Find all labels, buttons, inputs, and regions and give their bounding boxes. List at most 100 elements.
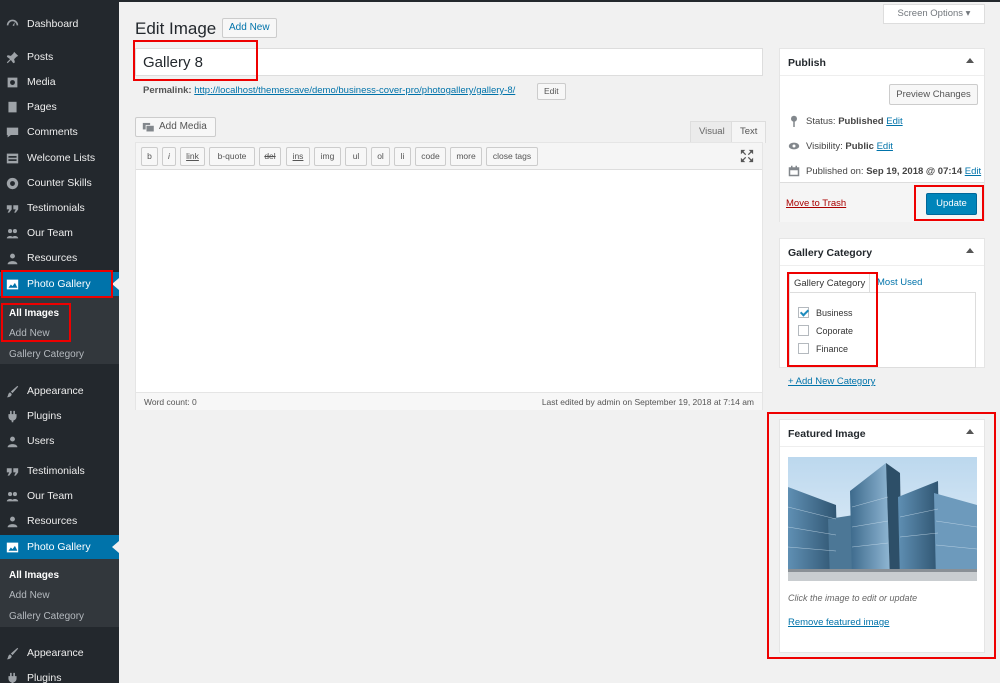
menu-our-team[interactable]: Our Team (0, 221, 119, 245)
qt-li[interactable]: li (394, 147, 411, 166)
menu-posts[interactable]: Posts (0, 45, 119, 69)
menu-label: Our Team (27, 227, 73, 239)
submenu-gallery-category[interactable]: Gallery Category (9, 349, 84, 360)
tab-visual[interactable]: Visual (690, 121, 734, 143)
qt-ul[interactable]: ul (345, 147, 367, 166)
submenu-add-new[interactable]: Add New (9, 590, 50, 601)
publish-header[interactable]: Publish (780, 49, 984, 76)
gauge-icon (6, 177, 19, 190)
category-label: Finance (816, 343, 849, 354)
qt-close-tags[interactable]: close tags (486, 147, 538, 166)
checkbox-finance[interactable] (798, 343, 809, 354)
featured-image-header[interactable]: Featured Image (780, 420, 984, 447)
menu-photo-gallery-2[interactable]: Photo Gallery (0, 535, 119, 559)
menu-label: Appearance (27, 647, 84, 659)
permalink-edit-button[interactable]: Edit (537, 83, 566, 100)
visibility-label: Visibility: (806, 140, 843, 152)
collapse-arrow-icon[interactable] (966, 248, 974, 253)
qt-del[interactable]: del (259, 147, 281, 166)
tab-all-categories[interactable]: Gallery Category (789, 273, 871, 293)
gallery-category-box: Gallery Category Gallery Category Most U… (779, 238, 985, 368)
add-new-button[interactable]: Add New (222, 18, 277, 38)
menu-plugins-2[interactable]: Plugins (0, 666, 119, 683)
remove-featured-image-link[interactable]: Remove featured image (788, 617, 889, 628)
calendar-icon (788, 165, 800, 177)
screen-options-button[interactable]: Screen Options ▾ (883, 4, 985, 24)
checkbox-coporate[interactable] (798, 325, 809, 336)
qt-more[interactable]: more (450, 147, 482, 166)
qt-italic[interactable]: i (162, 147, 176, 166)
qt-link[interactable]: link (180, 147, 205, 166)
menu-counter-skills[interactable]: Counter Skills (0, 171, 119, 195)
tab-most-used[interactable]: Most Used (877, 277, 922, 288)
submenu-gallery-category[interactable]: Gallery Category (9, 611, 84, 622)
featured-image-thumbnail[interactable] (788, 457, 977, 581)
content-editor[interactable]: b i link b-quote del ins img ul ol li co… (135, 142, 763, 410)
menu-plugins[interactable]: Plugins (0, 404, 119, 428)
menu-dashboard[interactable]: Dashboard (0, 12, 119, 36)
menu-label: Photo Gallery (27, 541, 91, 553)
preview-changes-button[interactable]: Preview Changes (889, 84, 978, 105)
quote-icon (6, 205, 19, 213)
menu-comments[interactable]: Comments (0, 120, 119, 144)
published-edit-link[interactable]: Edit (965, 166, 981, 177)
gallery-category-header[interactable]: Gallery Category (780, 239, 984, 266)
add-new-category-link[interactable]: + Add New Category (788, 376, 875, 387)
submenu-add-new[interactable]: Add New (9, 328, 50, 339)
featured-image-title: Featured Image (788, 428, 866, 440)
add-media-label: Add Media (159, 121, 207, 132)
status-edit-link[interactable]: Edit (886, 116, 902, 127)
move-to-trash-link[interactable]: Move to Trash (786, 198, 846, 209)
menu-appearance-2[interactable]: Appearance (0, 641, 119, 665)
qt-ol[interactable]: ol (371, 147, 390, 166)
menu-our-team-2[interactable]: Our Team (0, 484, 119, 508)
menu-label: Comments (27, 126, 78, 138)
media-icon (7, 77, 18, 88)
publish-actions: Move to Trash Update (780, 182, 984, 222)
category-label: Business (816, 307, 853, 318)
qt-code[interactable]: code (415, 147, 446, 166)
building-photo (788, 457, 977, 581)
post-title-input[interactable]: Gallery 8 (135, 48, 763, 76)
permalink-link[interactable]: http://localhost/themescave/demo/busines… (194, 85, 515, 96)
add-media-button[interactable]: Add Media (135, 117, 216, 137)
menu-resources[interactable]: Resources (0, 246, 119, 270)
menu-label: Welcome Lists (27, 152, 96, 164)
collapse-arrow-icon[interactable] (966, 58, 974, 63)
menu-media[interactable]: Media (0, 70, 119, 94)
menu-welcome-lists[interactable]: Welcome Lists (0, 146, 119, 170)
tab-text[interactable]: Text (731, 121, 767, 143)
update-button[interactable]: Update (926, 193, 977, 215)
menu-pages[interactable]: Pages (0, 95, 119, 119)
menu-label: Our Team (27, 490, 73, 502)
pages-icon (8, 101, 17, 113)
collapse-arrow-icon[interactable] (966, 429, 974, 434)
user-icon (7, 436, 18, 448)
menu-resources-2[interactable]: Resources (0, 509, 119, 533)
submenu-all-images[interactable]: All Images (9, 570, 59, 581)
submenu-all-images[interactable]: All Images (9, 308, 59, 319)
menu-testimonials-2[interactable]: Testimonials (0, 459, 119, 483)
status-label: Status: (806, 115, 836, 127)
category-business[interactable]: Business (798, 307, 853, 318)
menu-appearance[interactable]: Appearance (0, 379, 119, 403)
menu-users[interactable]: Users (0, 429, 119, 453)
status-row: Status: Published Edit (788, 115, 903, 127)
submenu-photo-gallery: All Images Add New Gallery Category (0, 296, 119, 364)
qt-img[interactable]: img (314, 147, 341, 166)
checkbox-business[interactable] (798, 307, 809, 318)
featured-image-caption: Click the image to edit or update (788, 593, 918, 603)
qt-bquote[interactable]: b-quote (209, 147, 255, 166)
visibility-value: Public (845, 140, 874, 152)
menu-photo-gallery[interactable]: Photo Gallery (0, 272, 119, 296)
qt-bold[interactable]: b (141, 147, 158, 166)
fullscreen-icon[interactable] (740, 149, 754, 163)
visibility-edit-link[interactable]: Edit (877, 141, 893, 152)
category-coporate[interactable]: Coporate (798, 325, 853, 336)
quote-icon (6, 468, 19, 476)
published-label: Published on: (806, 165, 864, 177)
category-finance[interactable]: Finance (798, 343, 848, 354)
menu-label: Plugins (27, 672, 62, 683)
menu-testimonials[interactable]: Testimonials (0, 196, 119, 220)
qt-ins[interactable]: ins (286, 147, 310, 166)
